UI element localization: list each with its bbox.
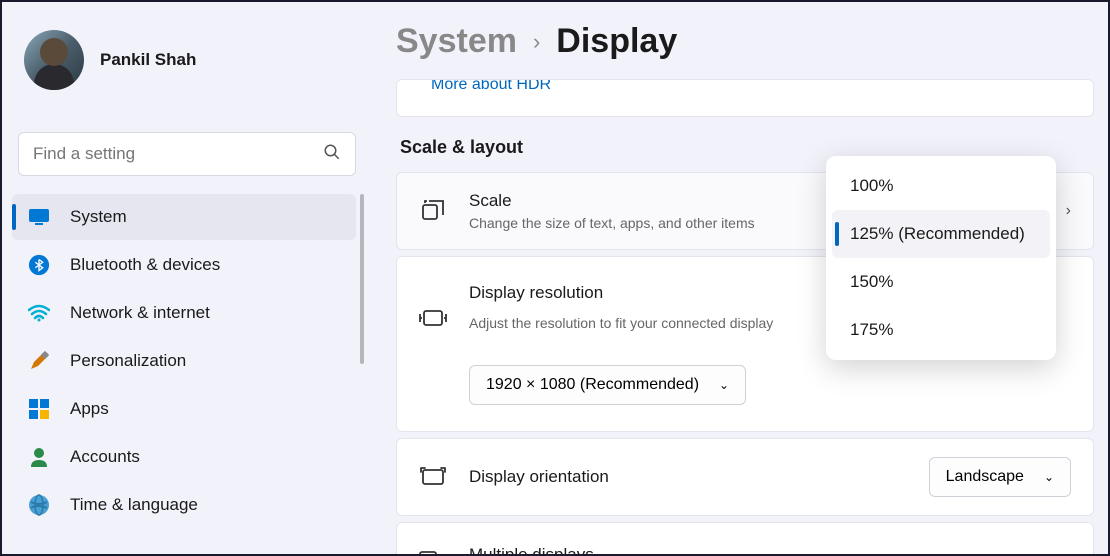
scale-dropdown-popup: 100% 125% (Recommended) 150% 175% <box>826 156 1056 360</box>
sidebar-nav: System Bluetooth & devices Network & int… <box>12 194 362 528</box>
resolution-value: 1920 × 1080 (Recommended) <box>486 376 699 394</box>
brush-icon <box>28 350 50 372</box>
hdr-card[interactable]: More about HDR <box>396 79 1094 117</box>
scale-title: Scale <box>469 191 822 211</box>
sidebar-item-apps[interactable]: Apps <box>12 386 356 432</box>
user-profile[interactable]: Pankil Shah <box>12 20 362 114</box>
sidebar-item-label: System <box>70 207 127 227</box>
search-input-wrapper[interactable] <box>18 132 356 176</box>
orientation-row: Display orientation Landscape ⌄ <box>396 438 1094 516</box>
scale-option-100[interactable]: 100% <box>832 162 1050 210</box>
breadcrumb-parent[interactable]: System <box>396 22 517 61</box>
sidebar-item-label: Bluetooth & devices <box>70 255 220 275</box>
user-name: Pankil Shah <box>100 50 196 70</box>
chevron-down-icon: ⌄ <box>1044 470 1054 484</box>
sidebar-item-bluetooth[interactable]: Bluetooth & devices <box>12 242 356 288</box>
sidebar-item-personalization[interactable]: Personalization <box>12 338 356 384</box>
breadcrumb-current: Display <box>556 22 677 61</box>
person-icon <box>28 446 50 468</box>
wifi-icon <box>28 302 50 324</box>
sidebar-item-label: Accounts <box>70 447 140 467</box>
sidebar-item-label: Network & internet <box>70 303 210 323</box>
chevron-right-icon: › <box>1066 202 1071 220</box>
sidebar-item-time-language[interactable]: Time & language <box>12 482 356 528</box>
sidebar-item-accounts[interactable]: Accounts <box>12 434 356 480</box>
scale-option-175[interactable]: 175% <box>832 306 1050 354</box>
scale-icon <box>419 197 447 225</box>
bluetooth-icon <box>28 254 50 276</box>
orientation-icon <box>419 463 447 491</box>
scale-option-125[interactable]: 125% (Recommended) <box>832 210 1050 258</box>
search-icon <box>323 143 341 166</box>
orientation-value: Landscape <box>946 468 1024 486</box>
avatar <box>24 30 84 90</box>
hdr-link[interactable]: More about HDR <box>431 79 551 93</box>
sidebar-item-label: Time & language <box>70 495 198 515</box>
orientation-title: Display orientation <box>469 467 609 487</box>
breadcrumb: System › Display <box>396 22 1094 61</box>
apps-icon <box>28 398 50 420</box>
sidebar-item-network[interactable]: Network & internet <box>12 290 356 336</box>
search-input[interactable] <box>33 144 323 164</box>
multiple-displays-title: Multiple displays <box>469 545 594 554</box>
globe-icon <box>28 494 50 516</box>
section-scale-layout: Scale & layout <box>400 137 1094 158</box>
sidebar-scrollbar[interactable] <box>360 194 364 364</box>
sidebar-item-label: Apps <box>70 399 109 419</box>
multiple-displays-row[interactable]: Multiple displays <box>396 522 1094 554</box>
resolution-icon <box>419 305 447 333</box>
multiple-displays-icon <box>419 545 447 554</box>
sidebar-item-system[interactable]: System <box>12 194 356 240</box>
sidebar-item-label: Personalization <box>70 351 186 371</box>
scale-desc: Change the size of text, apps, and other… <box>469 215 822 231</box>
resolution-dropdown[interactable]: 1920 × 1080 (Recommended) ⌄ <box>469 365 746 405</box>
chevron-right-icon: › <box>533 29 540 55</box>
chevron-down-icon: ⌄ <box>719 378 729 392</box>
monitor-icon <box>28 206 50 228</box>
orientation-dropdown[interactable]: Landscape ⌄ <box>929 457 1071 497</box>
scale-option-150[interactable]: 150% <box>832 258 1050 306</box>
